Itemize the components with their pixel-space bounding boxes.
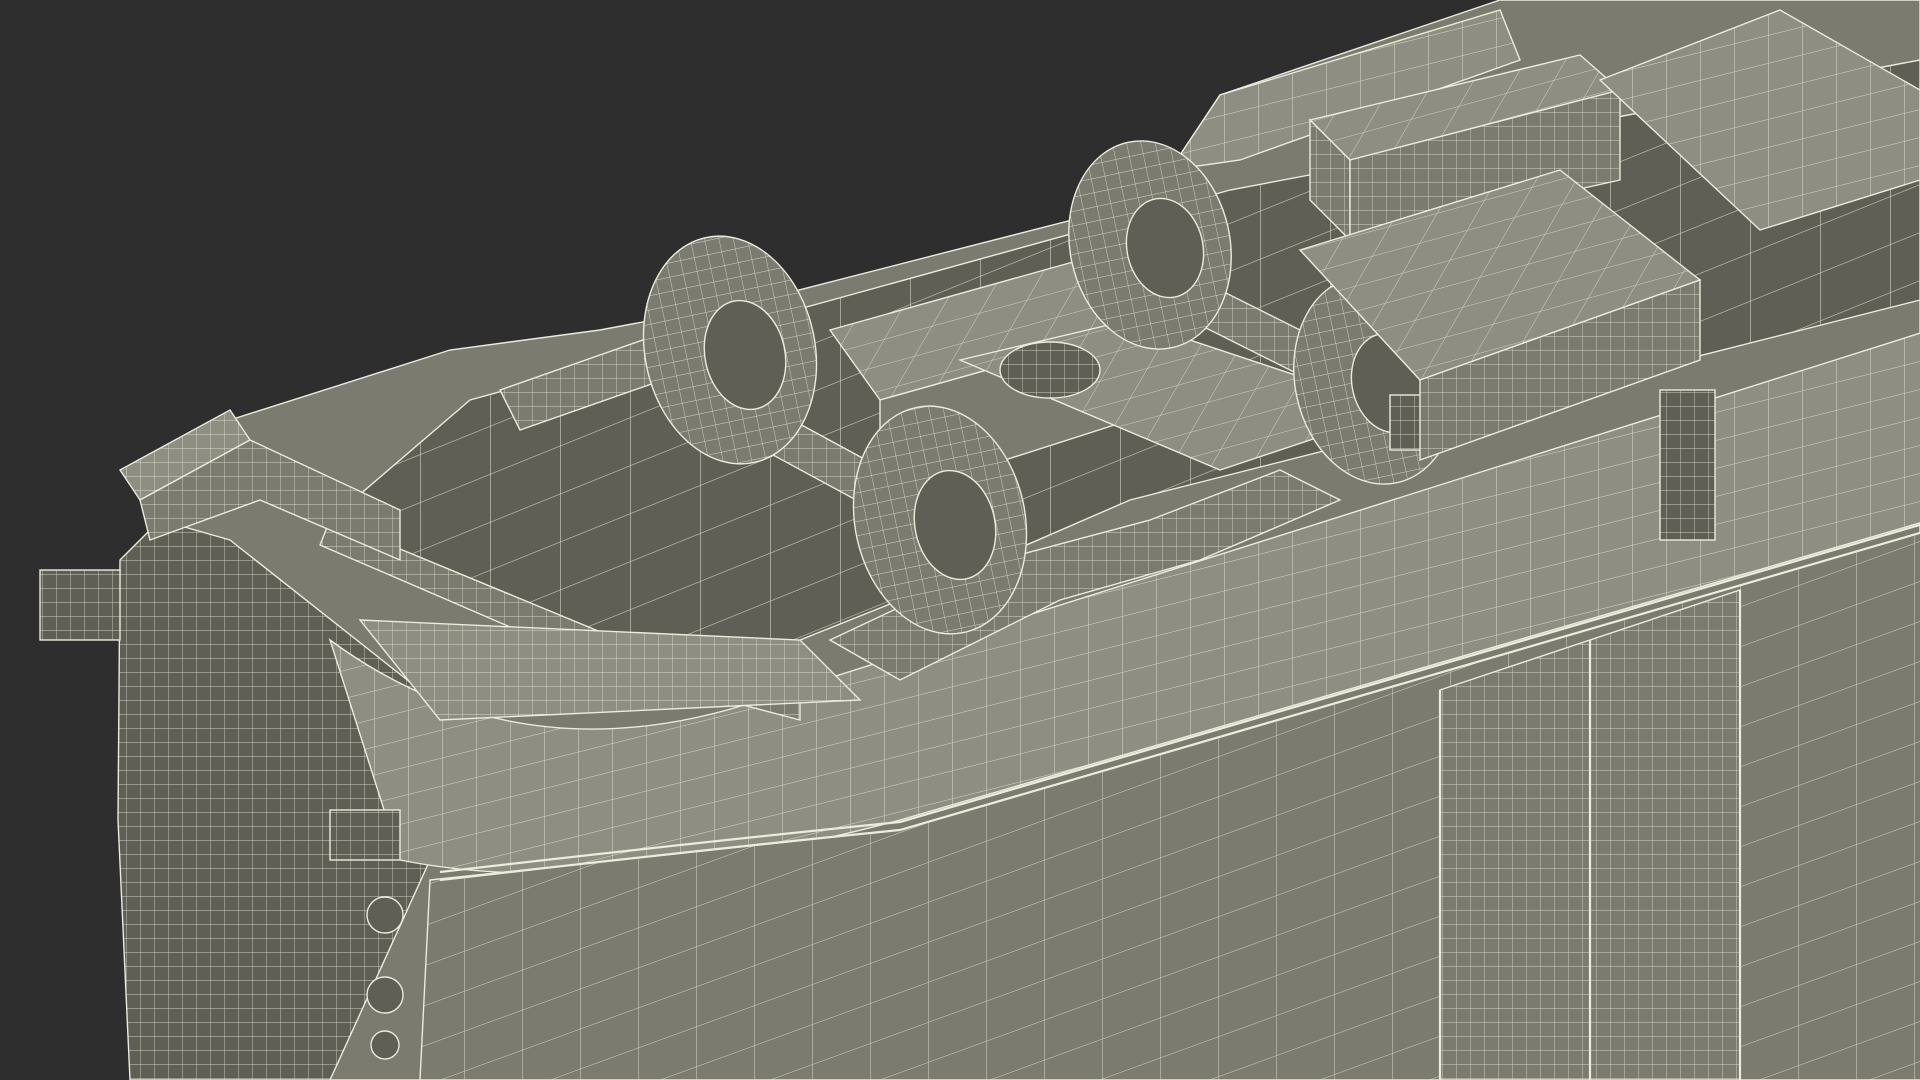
railcar-wireframe-render bbox=[39, 0, 1920, 1080]
vent-grille bbox=[1659, 389, 1716, 541]
coupler-grille bbox=[39, 569, 121, 641]
3d-viewport bbox=[0, 0, 1920, 1080]
